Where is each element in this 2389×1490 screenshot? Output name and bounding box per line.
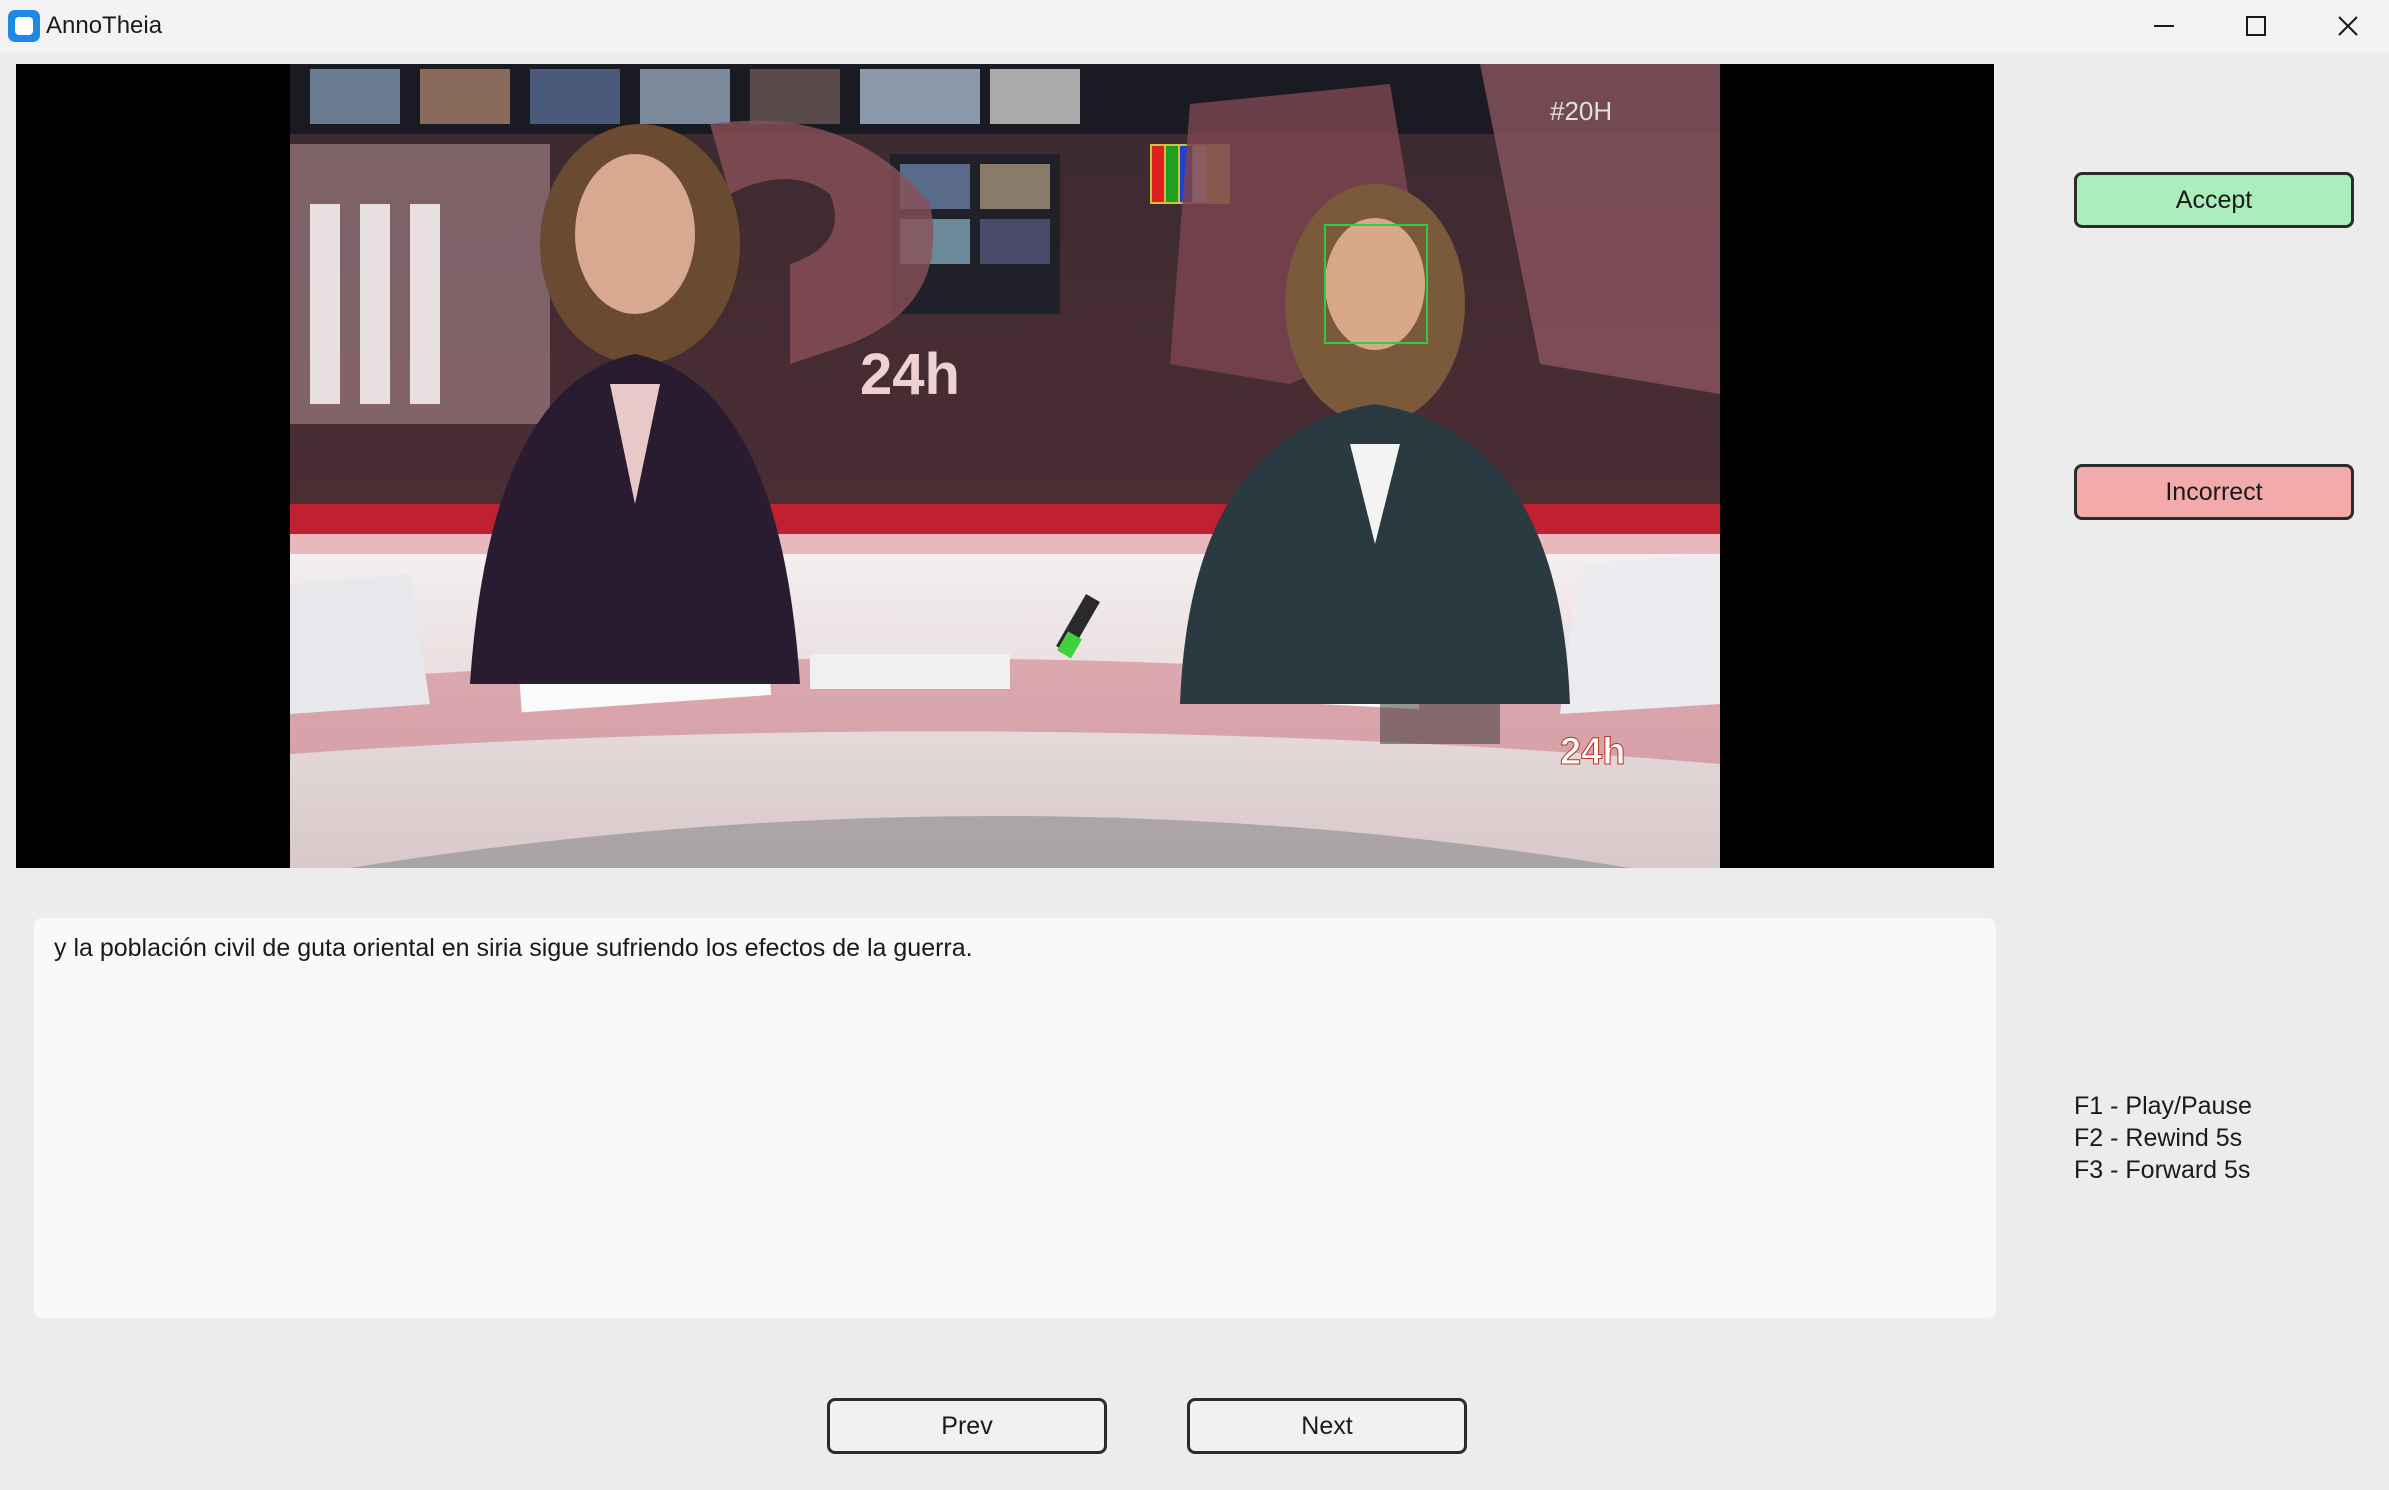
shortcut-forward: F3 - Forward 5s xyxy=(2074,1156,2251,1184)
prev-button[interactable]: Prev xyxy=(827,1398,1107,1454)
accept-button[interactable]: Accept xyxy=(2074,172,2354,228)
video-frame: 24h #20H 24h xyxy=(290,64,1720,868)
transcript-text: y la población civil de guta oriental en… xyxy=(54,934,973,962)
shortcut-play-pause: F1 - Play/Pause xyxy=(2074,1092,2252,1120)
shortcut-rewind: F2 - Rewind 5s xyxy=(2074,1124,2243,1152)
svg-text:24h: 24h xyxy=(1560,731,1625,773)
window-title: AnnoTheia xyxy=(46,12,163,39)
svg-text:24h: 24h xyxy=(860,342,960,407)
news-studio-image: 24h #20H 24h xyxy=(290,64,1720,868)
maximize-icon xyxy=(2246,16,2266,36)
svg-text:#20H: #20H xyxy=(1550,96,1612,126)
app-icon xyxy=(8,10,40,42)
title-bar: AnnoTheia xyxy=(0,0,2389,52)
face-bounding-box xyxy=(1324,224,1428,344)
transcript-text-area[interactable]: y la población civil de guta oriental en… xyxy=(34,918,1996,1318)
minimize-icon xyxy=(2154,25,2174,27)
keyboard-shortcuts: F1 - Play/Pause F2 - Rewind 5s F3 - Forw… xyxy=(2074,1090,2252,1186)
incorrect-button[interactable]: Incorrect xyxy=(2074,464,2354,520)
video-player[interactable]: 24h #20H 24h xyxy=(16,64,1994,868)
minimize-button[interactable] xyxy=(2118,0,2210,52)
close-button[interactable] xyxy=(2302,0,2389,52)
maximize-button[interactable] xyxy=(2210,0,2302,52)
next-button[interactable]: Next xyxy=(1187,1398,1467,1454)
close-icon xyxy=(2338,16,2358,36)
